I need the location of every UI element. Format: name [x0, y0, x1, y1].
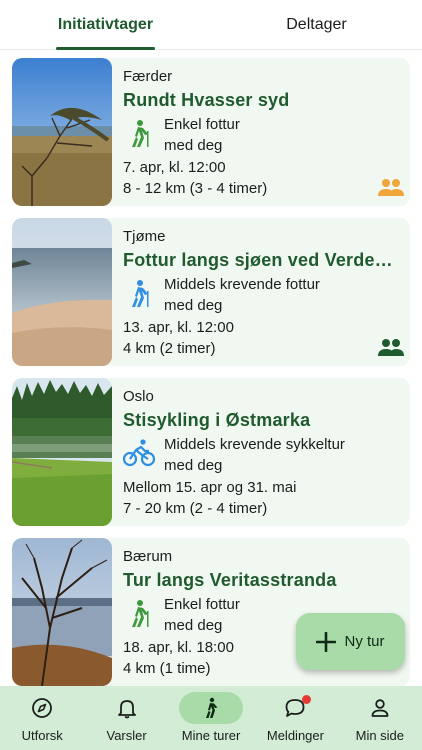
- trip-participation: med deg: [164, 137, 223, 154]
- hiking-icon: [132, 120, 149, 147]
- trip-participation: med deg: [164, 297, 223, 314]
- trip-photo: [12, 378, 112, 526]
- new-trip-button[interactable]: Ny tur: [296, 613, 405, 670]
- trip-difficulty: Enkel fottur: [164, 116, 240, 133]
- trip-photo: [12, 58, 112, 206]
- plus-icon: [316, 631, 337, 652]
- trip-location: Bærum: [123, 548, 173, 565]
- person-icon: [371, 699, 389, 717]
- nav-label: Meldinger: [266, 728, 324, 743]
- bicycle-icon: [123, 439, 155, 467]
- tab-initiativtager[interactable]: Initiativtager: [0, 0, 211, 50]
- hiking-icon: [132, 600, 149, 627]
- nav-min-side[interactable]: Min side: [338, 686, 422, 750]
- tab-label: Initiativtager: [57, 15, 154, 33]
- unread-badge: [302, 695, 312, 704]
- hiking-icon: [132, 280, 149, 307]
- trip-location: Færder: [123, 68, 173, 85]
- trip-participation: med deg: [164, 457, 223, 474]
- trip-card[interactable]: Tjøme Fottur langs sjøen ved Verdens end…: [12, 218, 410, 366]
- nav-label: Mine turer: [181, 728, 241, 743]
- trip-date: 7. apr, kl. 12:00: [123, 159, 226, 176]
- trip-participation: med deg: [164, 617, 223, 634]
- trip-photo: [12, 218, 112, 366]
- trip-title: Stisykling i Østmarka: [123, 410, 311, 430]
- trip-info: Oslo Stisykling i Østmarka Middels kreve…: [123, 388, 402, 519]
- new-trip-label: Ny tur: [344, 633, 385, 650]
- trip-card[interactable]: Færder Rundt Hvasser syd Enkel fottur me…: [12, 58, 410, 206]
- nav-label: Utforsk: [21, 728, 63, 743]
- trip-difficulty: Enkel fottur: [164, 596, 240, 613]
- trip-title: Tur langs Veritasstranda: [123, 570, 337, 590]
- trip-distance: 8 - 12 km (3 - 4 timer): [123, 180, 268, 197]
- trip-info: Færder Rundt Hvasser syd Enkel fottur me…: [123, 68, 402, 199]
- tab-bar: Initiativtager Deltager: [0, 0, 422, 50]
- nav-varsler[interactable]: Varsler: [84, 686, 168, 750]
- trip-location: Oslo: [123, 388, 154, 405]
- nav-meldinger[interactable]: Meldinger: [253, 686, 337, 750]
- compass-icon: [32, 698, 53, 718]
- trip-date: Mellom 15. apr og 31. mai: [123, 479, 297, 496]
- trip-card[interactable]: Oslo Stisykling i Østmarka Middels kreve…: [12, 378, 410, 526]
- group-icon: [378, 179, 404, 196]
- trip-distance: 4 km (2 timer): [123, 340, 216, 357]
- trip-title: Rundt Hvasser syd: [123, 90, 290, 110]
- trip-difficulty: Middels krevende sykkeltur: [164, 436, 345, 453]
- trip-info: Tjøme Fottur langs sjøen ved Verdens end…: [123, 228, 402, 359]
- bell-icon: [117, 700, 136, 719]
- tab-deltager[interactable]: Deltager: [211, 0, 422, 49]
- trip-location: Tjøme: [123, 228, 166, 245]
- walking-icon: [206, 697, 218, 718]
- trip-title: Fottur langs sjøen ved Verdens ende: [123, 250, 402, 270]
- trip-difficulty: Middels krevende fottur: [164, 276, 320, 293]
- group-icon: [378, 339, 404, 356]
- nav-label: Min side: [355, 728, 405, 743]
- bottom-navigation: Utforsk Varsler Mine turer Meldinger Min…: [0, 686, 422, 750]
- nav-mine-turer[interactable]: Mine turer: [169, 686, 253, 750]
- trip-list[interactable]: Færder Rundt Hvasser syd Enkel fottur me…: [0, 50, 422, 686]
- trip-date: 13. apr, kl. 12:00: [123, 319, 234, 336]
- trip-photo: [12, 538, 112, 686]
- tab-label: Deltager: [286, 15, 347, 33]
- trip-distance: 7 - 20 km (2 - 4 timer): [123, 500, 268, 517]
- nav-label: Varsler: [106, 728, 147, 743]
- nav-utforsk[interactable]: Utforsk: [0, 686, 84, 750]
